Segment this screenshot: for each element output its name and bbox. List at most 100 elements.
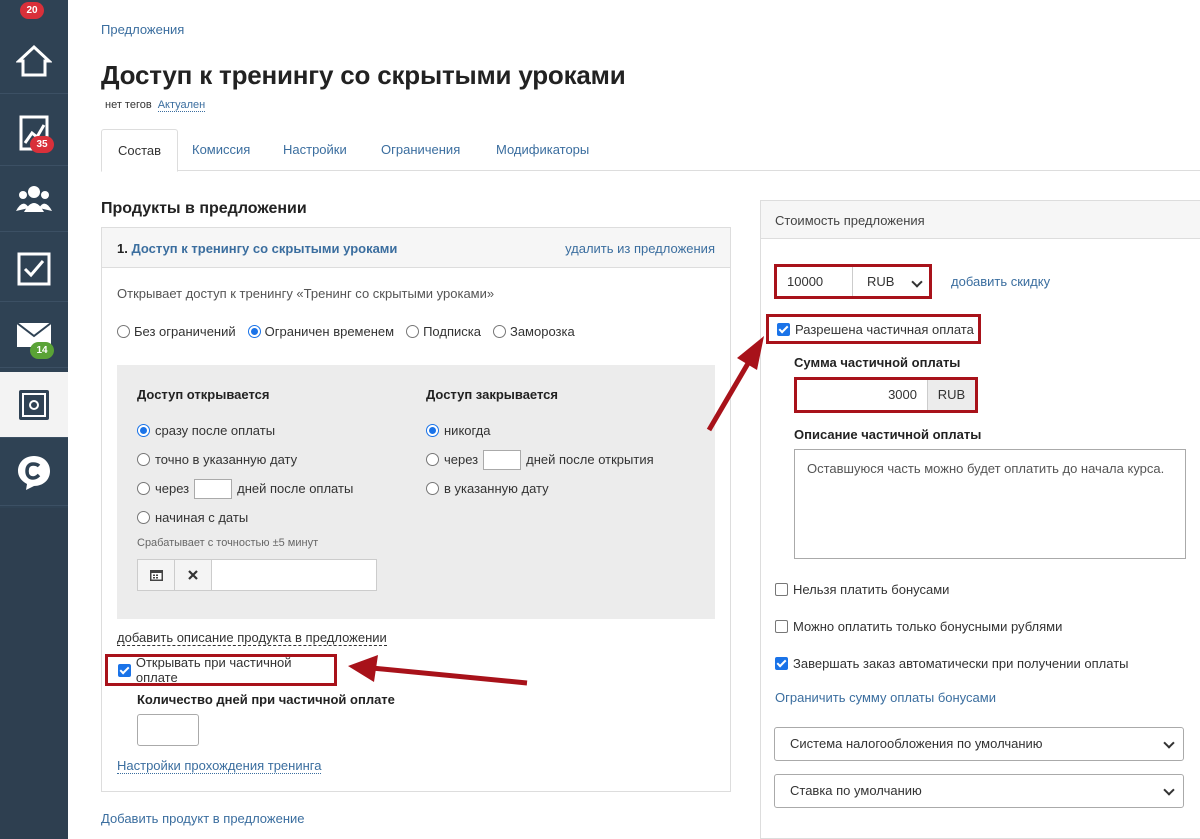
home-icon bbox=[16, 44, 52, 76]
radio-label: Без ограничений bbox=[134, 324, 236, 339]
price-header-title: Стоимость предложения bbox=[775, 213, 925, 228]
partial-sum-currency: RUB bbox=[927, 380, 975, 410]
partial-allowed-checkbox[interactable] bbox=[777, 322, 790, 336]
radio-freeze[interactable]: Заморозка bbox=[492, 324, 575, 339]
breadcrumb[interactable]: Предложения bbox=[101, 22, 184, 37]
tab-settings[interactable]: Настройки bbox=[267, 129, 363, 171]
radio-dot[interactable] bbox=[137, 453, 150, 466]
add-description-link[interactable]: добавить описание продукта в предложении bbox=[117, 630, 387, 646]
radio-subscription[interactable]: Подписка bbox=[406, 324, 481, 339]
open-on-partial-checkbox[interactable] bbox=[118, 663, 131, 677]
option-label: через bbox=[444, 452, 479, 467]
sidebar-item-users[interactable] bbox=[0, 166, 68, 232]
product-link[interactable]: Доступ к тренингу со скрытыми уроками bbox=[131, 241, 397, 256]
close-on-date-option[interactable]: в указанную дату bbox=[426, 474, 654, 503]
products-section-title: Продукты в предложении bbox=[101, 200, 307, 217]
no-bonus-checkbox-row[interactable]: Нельзя платить бонусами bbox=[775, 582, 949, 597]
sidebar-item-home[interactable] bbox=[0, 28, 68, 94]
close-days-input[interactable] bbox=[483, 449, 522, 470]
radio-time-limited[interactable]: Ограничен временем bbox=[247, 324, 394, 339]
add-discount-link[interactable]: добавить скидку bbox=[951, 274, 1050, 289]
close-after-days-option[interactable]: через дней после открытия bbox=[426, 445, 654, 474]
limit-bonus-link[interactable]: Ограничить сумму оплаты бонусами bbox=[775, 690, 996, 705]
tab-modifiers[interactable]: Модификаторы bbox=[480, 129, 605, 171]
radio-dot[interactable] bbox=[406, 325, 420, 338]
product-header: 1. Доступ к тренингу со скрытыми уроками… bbox=[102, 228, 730, 268]
training-settings-link[interactable]: Настройки прохождения тренинга bbox=[117, 758, 322, 774]
checkbox-label: Нельзя платить бонусами bbox=[793, 582, 950, 597]
option-label: никогда bbox=[444, 423, 491, 438]
open-immediately-option[interactable]: сразу после оплаты bbox=[137, 416, 353, 445]
radio-dot[interactable] bbox=[137, 424, 150, 437]
tags-line: нет тегов Актуален bbox=[105, 99, 206, 112]
chat-logo-icon bbox=[18, 455, 50, 490]
open-exact-date-option[interactable]: точно в указанную дату bbox=[137, 445, 353, 474]
open-after-days-option[interactable]: через дней после оплаты bbox=[137, 474, 353, 503]
sidebar-item-mail[interactable]: 14 bbox=[0, 302, 68, 368]
option-label: дней после открытия bbox=[526, 452, 654, 467]
auto-complete-checkbox-row[interactable]: Завершать заказ автоматически при получе… bbox=[775, 656, 1129, 671]
remove-product-link[interactable]: удалить из предложения bbox=[565, 241, 715, 256]
users-icon bbox=[16, 185, 52, 212]
radio-dot[interactable] bbox=[492, 325, 506, 338]
clear-date-button[interactable] bbox=[175, 560, 212, 590]
limit-radio-group: Без ограничений Ограничен временем Подпи… bbox=[117, 324, 575, 339]
calendar-icon bbox=[149, 570, 163, 581]
sidebar-item-chat[interactable] bbox=[0, 440, 68, 506]
bonus-only-checkbox[interactable] bbox=[775, 620, 788, 633]
radio-dot[interactable] bbox=[247, 325, 261, 338]
add-product-link[interactable]: Добавить продукт в предложение bbox=[101, 811, 305, 826]
accuracy-hint: Срабатывает с точностью ±5 минут bbox=[137, 537, 319, 549]
option-label: дней после оплаты bbox=[237, 481, 354, 496]
partial-allowed-checkbox-row[interactable]: Разрешена частичная оплата bbox=[766, 314, 981, 344]
bonus-only-checkbox-row[interactable]: Можно оплатить только бонусными рублями bbox=[775, 619, 1062, 634]
auto-complete-checkbox[interactable] bbox=[775, 657, 788, 670]
radio-dot[interactable] bbox=[137, 511, 150, 524]
sidebar-item-offers[interactable] bbox=[0, 372, 68, 438]
radio-dot[interactable] bbox=[426, 424, 439, 437]
calendar-button[interactable] bbox=[138, 560, 175, 590]
no-bonus-checkbox[interactable] bbox=[775, 583, 788, 596]
product-name: 1. Доступ к тренингу со скрытыми уроками bbox=[117, 241, 397, 256]
option-label: через bbox=[155, 481, 190, 496]
access-close-title: Доступ закрывается bbox=[426, 387, 558, 402]
checkbox-label: Можно оплатить только бонусными рублями bbox=[793, 619, 1063, 634]
radio-dot[interactable] bbox=[117, 325, 130, 338]
tab-composition[interactable]: Состав bbox=[101, 129, 179, 172]
radio-label: Подписка bbox=[423, 324, 481, 339]
radio-dot[interactable] bbox=[426, 453, 439, 466]
partial-desc-textarea[interactable]: Оставшуюся часть можно будет оплатить до… bbox=[794, 449, 1186, 559]
partial-days-input[interactable] bbox=[137, 714, 199, 746]
tax-rate-select[interactable]: Ставка по умолчанию bbox=[774, 774, 1184, 808]
status-link[interactable]: Актуален bbox=[157, 99, 206, 112]
date-picker bbox=[137, 559, 377, 591]
open-days-input[interactable] bbox=[194, 478, 233, 499]
option-label: в указанную дату bbox=[444, 481, 549, 496]
tab-commission[interactable]: Комиссия bbox=[176, 129, 266, 171]
access-open-column: Доступ открывается сразу после оплаты то… bbox=[137, 387, 353, 532]
sidebar-item-sales[interactable]: 35 bbox=[0, 100, 68, 166]
date-field[interactable] bbox=[212, 560, 376, 590]
currency-select[interactable]: RUB bbox=[853, 267, 929, 296]
tab-restrictions[interactable]: Ограничения bbox=[365, 129, 476, 171]
checkbox-label: Разрешена частичная оплата bbox=[795, 321, 974, 337]
tags-text: нет тегов bbox=[105, 99, 152, 111]
tax-system-select[interactable]: Система налогообложения по умолчанию bbox=[774, 727, 1184, 761]
sidebar-item-tasks[interactable] bbox=[0, 236, 68, 302]
close-never-option[interactable]: никогда bbox=[426, 416, 654, 445]
price-input[interactable]: 10000 bbox=[777, 267, 853, 296]
notification-badge: 20 bbox=[20, 2, 44, 19]
partial-sum-label: Сумма частичной оплаты bbox=[794, 355, 961, 370]
radio-dot[interactable] bbox=[137, 482, 150, 495]
sidebar: 20 35 14 bbox=[0, 0, 68, 839]
radio-no-limit[interactable]: Без ограничений bbox=[117, 324, 236, 339]
sales-badge: 35 bbox=[30, 136, 54, 153]
open-from-date-option[interactable]: начиная с даты bbox=[137, 503, 353, 532]
product-description: Открывает доступ к тренингу «Тренинг со … bbox=[117, 286, 495, 301]
safe-icon bbox=[19, 389, 49, 420]
radio-dot[interactable] bbox=[426, 482, 439, 495]
option-label: сразу после оплаты bbox=[155, 423, 276, 438]
radio-label: Заморозка bbox=[509, 324, 575, 339]
open-on-partial-checkbox-row[interactable]: Открывать при частичной оплате bbox=[105, 654, 337, 686]
partial-sum-input[interactable]: 3000 bbox=[797, 380, 927, 410]
